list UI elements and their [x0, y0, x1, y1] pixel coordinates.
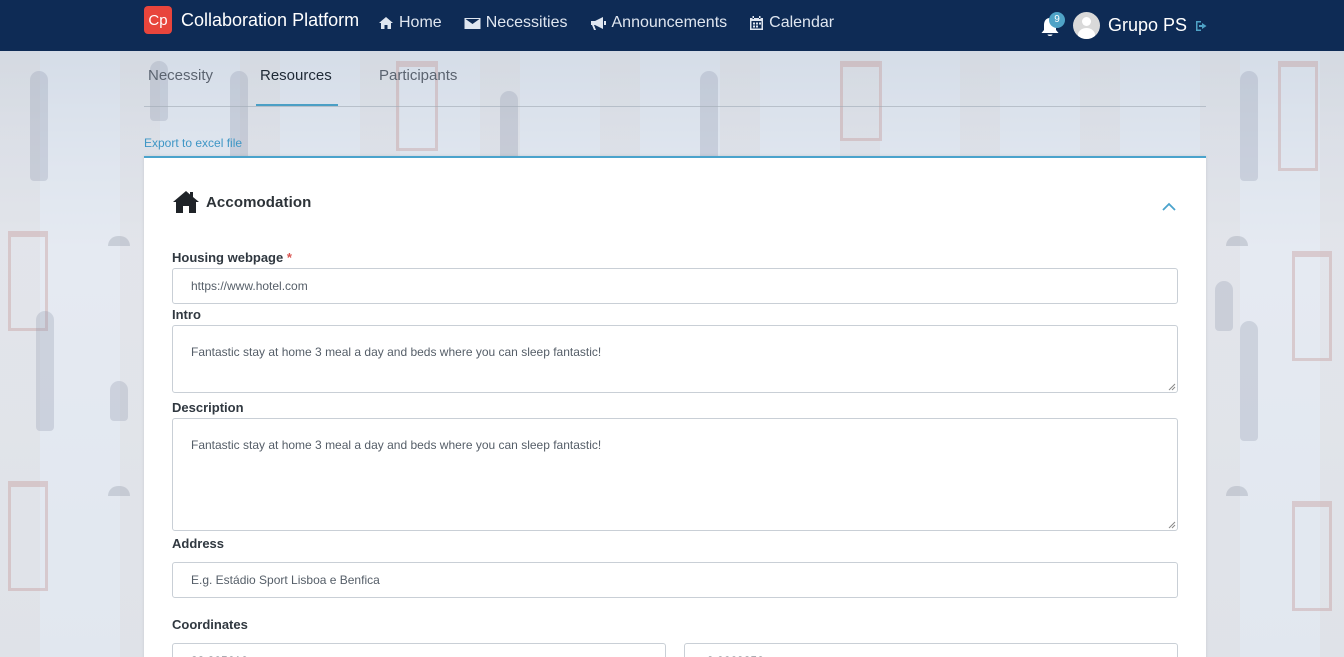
main-nav: Home Necessities Announcements Calendar — [378, 14, 834, 32]
megaphone-icon — [590, 16, 606, 30]
tab-bar: Necessity Resources Participants — [144, 51, 1206, 107]
brand[interactable]: Cp Collaboration Platform — [144, 6, 359, 34]
section-title: Accomodation — [206, 193, 312, 211]
description-text: Fantastic stay at home 3 meal a day and … — [191, 438, 602, 452]
intro-label: Intro — [172, 307, 201, 322]
address-label: Address — [172, 536, 225, 551]
housing-webpage-label: Housing webpage * — [172, 250, 292, 265]
chevron-up-icon[interactable] — [1162, 202, 1176, 211]
description-textarea[interactable]: Fantastic stay at home 3 meal a day and … — [172, 418, 1178, 531]
avatar[interactable] — [1073, 12, 1100, 39]
description-label: Description — [172, 400, 244, 415]
nav-necessities-label: Necessities — [485, 14, 568, 31]
longitude-input[interactable]: -9.0669856 — [684, 643, 1178, 657]
calendar-icon — [750, 16, 764, 30]
notification-badge: 9 — [1049, 11, 1065, 28]
nav-calendar-label: Calendar — [769, 14, 835, 31]
accommodation-card: Accomodation Housing webpage * https://w… — [144, 156, 1206, 657]
envelope-icon — [464, 17, 481, 29]
notifications-button[interactable]: 9 — [1040, 11, 1065, 37]
tab-participants[interactable]: Participants — [379, 67, 457, 84]
home-icon — [379, 17, 393, 29]
housing-webpage-input[interactable]: https://www.hotel.com — [172, 268, 1178, 304]
nav-necessities[interactable]: Necessities — [464, 14, 568, 32]
resize-handle-icon[interactable] — [1168, 521, 1176, 529]
brand-logo: Cp — [144, 6, 172, 34]
resize-handle-icon[interactable] — [1168, 383, 1176, 391]
coordinates-label: Coordinates — [172, 617, 248, 632]
intro-text: Fantastic stay at home 3 meal a day and … — [191, 345, 602, 359]
logout-icon[interactable] — [1195, 20, 1208, 32]
card-header: Accomodation — [172, 190, 311, 214]
intro-textarea[interactable]: Fantastic stay at home 3 meal a day and … — [172, 325, 1178, 393]
latitude-input[interactable]: 38.805616 — [172, 643, 666, 657]
nav-announcements-label: Announcements — [611, 14, 728, 31]
housing-webpage-label-text: Housing webpage — [172, 250, 284, 265]
top-navbar: Cp Collaboration Platform Home Necessiti… — [0, 0, 1344, 51]
required-mark: * — [286, 250, 292, 265]
brand-name: Collaboration Platform — [181, 9, 360, 30]
address-input[interactable]: E.g. Estádio Sport Lisboa e Benfica — [172, 562, 1178, 598]
tab-resources[interactable]: Resources — [260, 67, 332, 84]
export-excel-link[interactable]: Export to excel file — [144, 136, 242, 150]
nav-announcements[interactable]: Announcements — [590, 14, 728, 32]
nav-home[interactable]: Home — [378, 14, 442, 32]
user-area: 9 Grupo PS — [1040, 11, 1208, 39]
tab-necessity[interactable]: Necessity — [148, 67, 213, 84]
nav-calendar[interactable]: Calendar — [749, 14, 834, 32]
username[interactable]: Grupo PS — [1108, 15, 1187, 36]
active-tab-indicator — [256, 104, 338, 106]
house-icon — [173, 191, 199, 213]
nav-home-label: Home — [399, 14, 442, 31]
